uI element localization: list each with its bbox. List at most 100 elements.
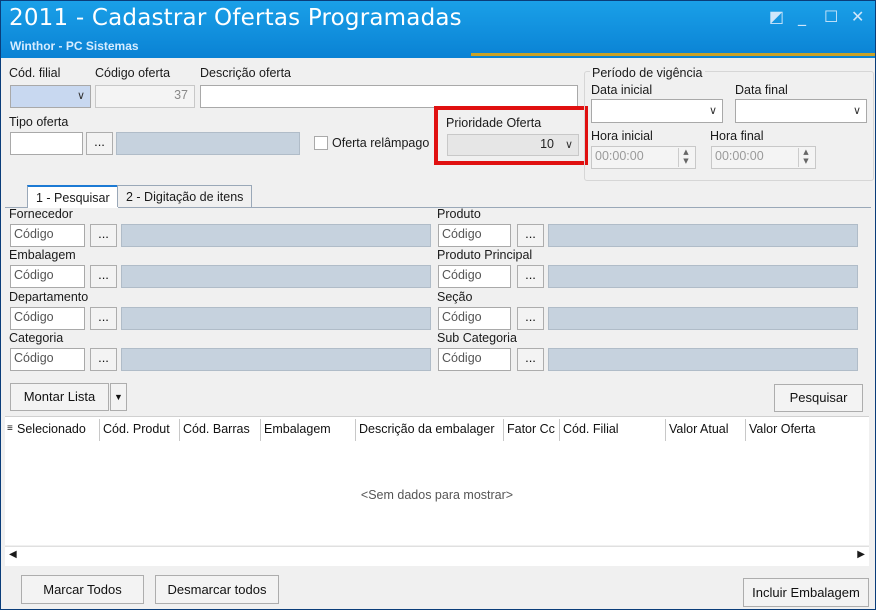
produto-description <box>548 224 858 247</box>
montar-lista-dropdown-icon[interactable]: ▼ <box>110 383 127 411</box>
sub-categoria-description <box>548 348 858 371</box>
categoria-input[interactable]: Código <box>10 348 85 371</box>
produto-label: Produto <box>437 207 481 221</box>
codigo-oferta-label: Código oferta <box>95 66 171 80</box>
grid-header: ≡ Selecionado Cód. Produt Cód. Barras Em… <box>5 416 869 444</box>
marcar-todos-button[interactable]: Marcar Todos <box>21 575 144 604</box>
oferta-relampago-checkbox[interactable] <box>314 136 328 150</box>
spin-buttons[interactable]: ▲ ▼ <box>798 148 813 167</box>
col-embalagem[interactable]: Embalagem <box>264 422 354 436</box>
produto-input[interactable]: Código <box>438 224 511 247</box>
fornecedor-search-button[interactable]: ... <box>90 224 117 247</box>
tipo-oferta-search-button[interactable]: ... <box>86 132 113 155</box>
fornecedor-placeholder: Código <box>14 227 54 241</box>
hora-final-label: Hora final <box>710 129 764 143</box>
desmarcar-todos-button[interactable]: Desmarcar todos <box>155 575 279 604</box>
col-divider <box>260 419 261 441</box>
categoria-search-button[interactable]: ... <box>90 348 117 371</box>
categoria-label: Categoria <box>9 331 64 345</box>
incluir-embalagem-button[interactable]: Incluir Embalagem <box>743 578 869 607</box>
horizontal-scrollbar[interactable]: ◀ ▶ <box>5 546 869 566</box>
col-divider <box>665 419 666 441</box>
window-title: 2011 - Cadastrar Ofertas Programadas <box>9 5 462 31</box>
col-fator-conversao[interactable]: Fator Cc <box>507 422 559 436</box>
fornecedor-description <box>121 224 431 247</box>
codigo-oferta-value: 37 <box>174 88 188 102</box>
col-valor-atual[interactable]: Valor Atual <box>669 422 743 436</box>
scroll-left-icon[interactable]: ◀ <box>9 549 17 560</box>
produto-principal-input[interactable]: Código <box>438 265 511 288</box>
fornecedor-label: Fornecedor <box>9 207 73 221</box>
col-cod-barras[interactable]: Cód. Barras <box>183 422 260 436</box>
cod-filial-label: Cód. filial <box>9 66 61 80</box>
col-divider <box>179 419 180 441</box>
data-inicial-select[interactable]: ∨ <box>591 99 723 123</box>
produto-principal-placeholder: Código <box>442 268 482 282</box>
form-content: Cód. filial ∨ Código oferta 37 Descrição… <box>1 58 875 609</box>
sub-categoria-label: Sub Categoria <box>437 331 517 345</box>
hora-final-input[interactable]: 00:00:00 ▲ ▼ <box>711 146 816 169</box>
descricao-oferta-input[interactable] <box>200 85 578 108</box>
highlight-box <box>434 106 588 165</box>
sub-categoria-search-button[interactable]: ... <box>517 348 544 371</box>
tipo-oferta-input[interactable] <box>10 132 83 155</box>
col-selecionado[interactable]: Selecionado <box>17 422 99 436</box>
sub-categoria-placeholder: Código <box>442 351 482 365</box>
data-final-select[interactable]: ∨ <box>735 99 867 123</box>
secao-description <box>548 307 858 330</box>
secao-search-button[interactable]: ... <box>517 307 544 330</box>
produto-principal-description <box>548 265 858 288</box>
categoria-description <box>121 348 431 371</box>
secao-input[interactable]: Código <box>438 307 511 330</box>
spin-buttons[interactable]: ▲ ▼ <box>678 148 693 167</box>
tab-pesquisar[interactable]: 1 - Pesquisar <box>27 185 119 208</box>
col-divider <box>745 419 746 441</box>
embalagem-input[interactable]: Código <box>10 265 85 288</box>
secao-placeholder: Código <box>442 310 482 324</box>
title-bar: 2011 - Cadastrar Ofertas Programadas Win… <box>1 1 875 58</box>
data-inicial-label: Data inicial <box>591 83 653 97</box>
departamento-label: Departamento <box>9 290 89 304</box>
scroll-right-icon[interactable]: ▶ <box>857 549 865 560</box>
fornecedor-input[interactable]: Código <box>10 224 85 247</box>
departamento-input[interactable]: Código <box>10 307 85 330</box>
close-button[interactable]: ✕ <box>851 7 864 26</box>
grid-body: <Sem dados para mostrar> <box>5 443 869 545</box>
descricao-oferta-label: Descrição oferta <box>200 66 292 80</box>
produto-search-button[interactable]: ... <box>517 224 544 247</box>
embalagem-label: Embalagem <box>9 248 76 262</box>
produto-principal-search-button[interactable]: ... <box>517 265 544 288</box>
pesquisar-button[interactable]: Pesquisar <box>774 384 863 412</box>
hora-inicial-input[interactable]: 00:00:00 ▲ ▼ <box>591 146 696 169</box>
restore-icon[interactable]: ◩ <box>769 7 784 26</box>
embalagem-description <box>121 265 431 288</box>
col-divider <box>99 419 100 441</box>
categoria-placeholder: Código <box>14 351 54 365</box>
col-valor-oferta[interactable]: Valor Oferta <box>749 422 859 436</box>
col-cod-filial[interactable]: Cód. Filial <box>563 422 663 436</box>
col-divider <box>355 419 356 441</box>
empty-grid-message: <Sem dados para mostrar> <box>360 488 514 502</box>
chevron-down-icon: ∨ <box>708 104 717 117</box>
oferta-relampago-label: Oferta relâmpago <box>332 136 430 150</box>
minimize-button[interactable]: _ <box>798 7 806 26</box>
chevron-down-icon: ∨ <box>76 89 85 102</box>
tab-digitacao-itens[interactable]: 2 - Digitação de itens <box>117 185 253 207</box>
periodo-vigencia-label: Período de vigência <box>590 66 705 80</box>
sub-categoria-input[interactable]: Código <box>438 348 511 371</box>
col-descricao-embalagem[interactable]: Descrição da embalager <box>359 422 503 436</box>
departamento-search-button[interactable]: ... <box>90 307 117 330</box>
departamento-placeholder: Código <box>14 310 54 324</box>
window-subtitle: Winthor - PC Sistemas <box>10 39 139 53</box>
montar-lista-button[interactable]: Montar Lista <box>10 383 109 411</box>
embalagem-placeholder: Código <box>14 268 54 282</box>
grid-menu-icon[interactable]: ≡ <box>7 423 13 434</box>
application-window: 2011 - Cadastrar Ofertas Programadas Win… <box>0 0 876 610</box>
col-cod-produto[interactable]: Cód. Produt <box>103 422 179 436</box>
maximize-button[interactable]: ☐ <box>824 7 838 26</box>
data-final-label: Data final <box>735 83 788 97</box>
col-divider <box>503 419 504 441</box>
embalagem-search-button[interactable]: ... <box>90 265 117 288</box>
codigo-oferta-field: 37 <box>95 85 195 108</box>
cod-filial-select[interactable]: ∨ <box>10 85 91 108</box>
